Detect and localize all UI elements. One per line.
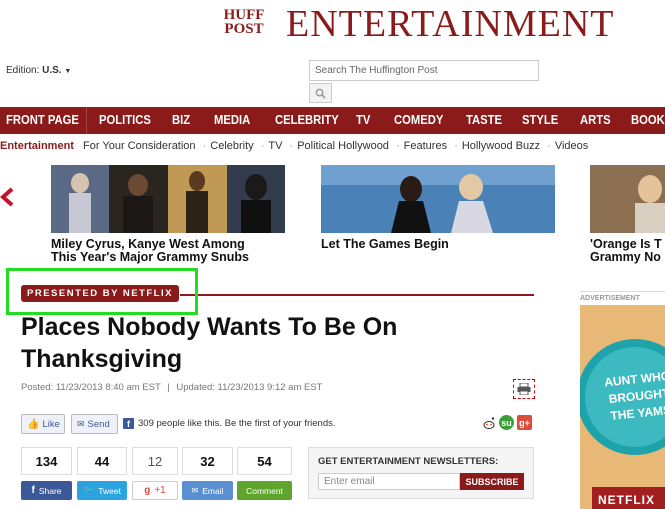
subnav-features[interactable]: Features (404, 140, 447, 152)
huffpost-logo[interactable]: HUFF POST (222, 7, 266, 37)
twitter-tweet-button[interactable]: 🐦 Tweet (77, 481, 127, 500)
tweet-label: Tweet (98, 485, 121, 496)
main-nav: FRONT PAGE POLITICS BIZ MEDIA CELEBRITY … (0, 107, 665, 134)
nav-celebrity[interactable]: CELEBRITY (275, 107, 339, 134)
share-count-google: 12 (132, 447, 178, 475)
facebook-share-button[interactable]: f Share (21, 481, 72, 500)
caption-line: Grammy No (590, 250, 661, 264)
subnav-entertainment[interactable]: Entertainment (0, 140, 74, 152)
search-placeholder: Search The Huffington Post (315, 65, 438, 76)
edition-value: U.S. (42, 65, 62, 76)
nav-taste[interactable]: TASTE (466, 107, 502, 134)
nav-tv[interactable]: TV (356, 107, 370, 134)
nav-divider (86, 107, 87, 134)
facebook-like-count: f 309 people like this. Be the first of … (123, 418, 336, 429)
ad-divider (580, 291, 665, 292)
search-button[interactable] (309, 83, 332, 103)
nav-politics[interactable]: POLITICS (99, 107, 151, 134)
title-line: Thanksgiving (21, 345, 183, 373)
nav-biz[interactable]: BIZ (172, 107, 190, 134)
nav-front-page[interactable]: FRONT PAGE (6, 107, 79, 134)
reddit-icon[interactable] (481, 415, 496, 430)
chevron-left-icon (0, 187, 14, 207)
google-icon: g (144, 485, 151, 496)
logo-huff-text: HUFF (223, 7, 265, 23)
article-timestamps: Posted: 11/23/2013 8:40 am EST | Updated… (21, 382, 322, 393)
print-button[interactable] (513, 379, 535, 399)
updated-time: Updated: 11/23/2013 9:12 am EST (176, 382, 323, 393)
twitter-icon: 🐦 (83, 485, 95, 495)
search-input[interactable]: Search The Huffington Post (309, 60, 539, 81)
edition-selector[interactable]: Edition: U.S. ▼ (6, 65, 71, 76)
subnav-for-your-consideration[interactable]: For Your Consideration (77, 140, 196, 152)
subnav-tv[interactable]: TV (268, 140, 282, 152)
carousel-image-grammy-snubs[interactable] (51, 165, 285, 233)
carousel-image-games-begin[interactable] (321, 165, 555, 233)
share-label: Share (38, 485, 62, 496)
nav-comedy[interactable]: COMEDY (394, 107, 443, 134)
article-title: Places Nobody Wants To Be On Thanksgivin… (21, 311, 521, 375)
thumbs-up-icon: 👍 (27, 418, 40, 430)
sub-nav: Entertainment For Your Consideration · Ce… (0, 140, 589, 152)
send-label: Send (87, 418, 110, 430)
newsletter-title: GET ENTERTAINMENT NEWSLETTERS: (318, 456, 499, 467)
email-label: Email (202, 485, 224, 496)
newsletter-email-input[interactable]: Enter email (318, 473, 460, 490)
facebook-icon: f (31, 485, 35, 496)
search-icon (315, 88, 326, 99)
subnav-celebrity[interactable]: Celebrity (210, 140, 253, 152)
stumbleupon-icon[interactable]: su (499, 415, 514, 430)
google-plus-one-button[interactable]: g +1 (132, 481, 178, 500)
title-line: Places Nobody Wants To Be On (21, 313, 398, 341)
google-plus-icon[interactable]: g+ (517, 415, 532, 430)
nav-books[interactable]: BOOKS (631, 107, 665, 134)
comment-button[interactable]: Comment (237, 481, 292, 500)
timestamp-separator: | (167, 382, 170, 393)
caption-line: This Year's Major Grammy Snubs (51, 250, 249, 264)
facebook-icon: f (123, 418, 134, 429)
email-icon: ✉ (191, 486, 199, 495)
carousel-caption-2[interactable]: Let The Games Begin (321, 238, 449, 251)
highlight-box (6, 268, 198, 315)
carousel-caption-1[interactable]: Miley Cyrus, Kanye West Among This Year'… (51, 238, 249, 264)
share-count-twitter: 44 (77, 447, 127, 475)
subnav-hollywood-buzz[interactable]: Hollywood Buzz (462, 140, 540, 152)
like-label: Like (42, 418, 60, 430)
subnav-political-hollywood[interactable]: Political Hollywood (297, 140, 389, 152)
nav-arts[interactable]: ARTS (580, 107, 611, 134)
ad-headline: AUNT WHO BROUGHT THE YAMS (604, 368, 665, 426)
posted-time: Posted: 11/23/2013 8:40 am EST (21, 382, 161, 393)
share-count-email: 32 (182, 447, 233, 475)
send-icon: ✉ (77, 418, 85, 429)
chevron-down-icon: ▼ (64, 68, 72, 75)
carousel-image-orange[interactable] (590, 165, 665, 233)
share-count-comment: 54 (237, 447, 292, 475)
share-count-facebook: 134 (21, 447, 72, 475)
plus-one-label: +1 (154, 485, 166, 496)
advertisement[interactable]: AUNT WHO BROUGHT THE YAMS NETFLIX (580, 305, 665, 509)
carousel-prev-arrow[interactable] (0, 186, 14, 214)
comment-label: Comment (246, 485, 283, 496)
email-share-button[interactable]: ✉ Email (182, 481, 233, 500)
section-title[interactable]: ENTERTAINMENT (286, 2, 615, 46)
subscribe-button[interactable]: SUBSCRIBE (460, 473, 524, 490)
facebook-send-button[interactable]: ✉ Send (71, 414, 118, 434)
ad-label: ADVERTISEMENT (580, 295, 640, 302)
badge-rule (180, 294, 534, 296)
email-placeholder: Enter email (324, 476, 375, 487)
printer-icon (517, 383, 531, 395)
edition-label: Edition: (6, 65, 40, 76)
nav-media[interactable]: MEDIA (214, 107, 250, 134)
subnav-videos[interactable]: Videos (555, 140, 588, 152)
like-text: 309 people like this. Be the first of yo… (138, 418, 336, 429)
facebook-like-button[interactable]: 👍 Like (21, 414, 65, 434)
carousel-caption-3[interactable]: 'Orange Is T Grammy No (590, 238, 662, 264)
ad-brand: NETFLIX (598, 493, 655, 507)
nav-style[interactable]: STYLE (522, 107, 558, 134)
logo-post-text: POST (224, 21, 264, 37)
